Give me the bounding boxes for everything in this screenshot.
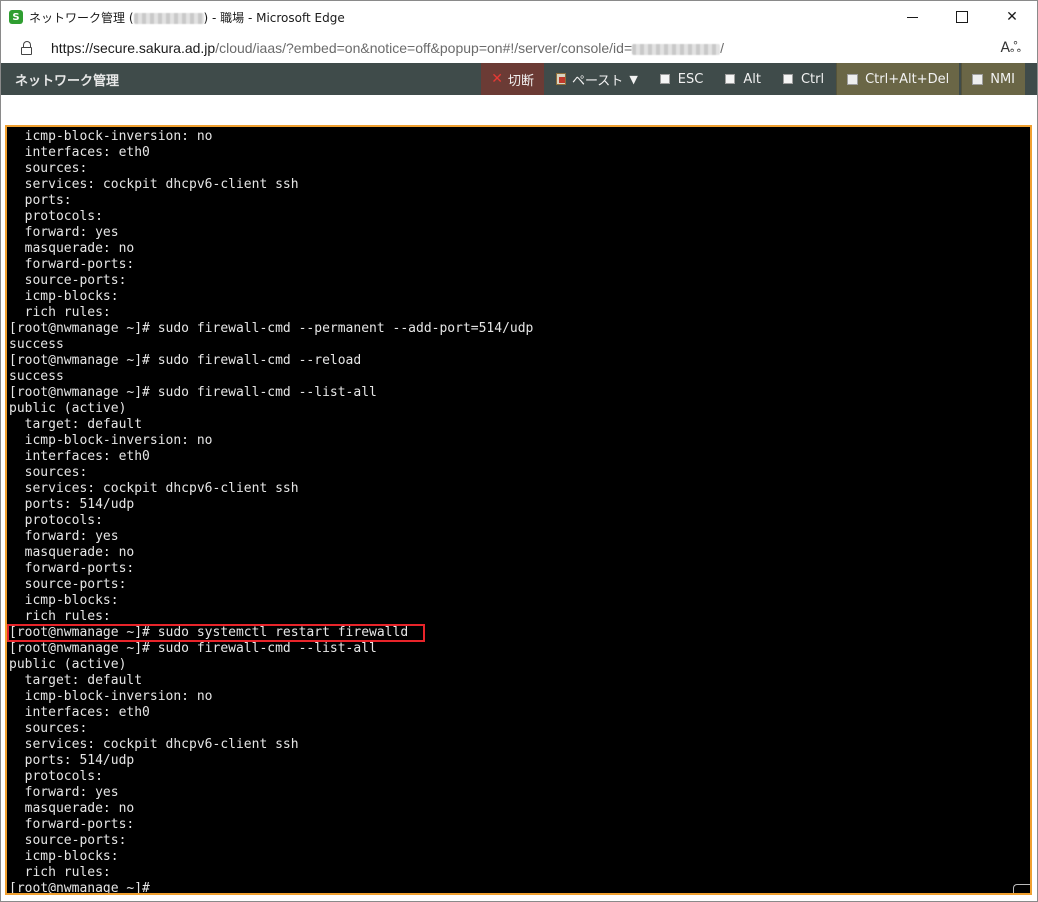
console-line: [root@nwmanage ~]# sudo firewall-cmd --p…	[9, 321, 534, 336]
sakura-app-icon: S	[9, 10, 23, 24]
disconnect-button[interactable]: ✕ 切断	[481, 63, 544, 95]
highlight-annotation	[7, 624, 425, 642]
console-line: icmp-block-inversion: no	[9, 689, 213, 704]
close-button[interactable]: ✕	[987, 1, 1037, 33]
console-line: success	[9, 337, 64, 352]
console-line: forward-ports:	[9, 817, 135, 832]
console-line: icmp-blocks:	[9, 289, 119, 304]
console-line: forward: yes	[9, 529, 119, 544]
console-line: [root@nwmanage ~]#	[9, 881, 150, 895]
ctrl-alt-del-label: Ctrl+Alt+Del	[865, 71, 950, 87]
console-line: interfaces: eth0	[9, 145, 150, 160]
console-line: target: default	[9, 417, 143, 432]
console-line: source-ports:	[9, 273, 127, 288]
ctrl-key-toggle[interactable]: Ctrl	[773, 63, 834, 95]
console-line: target: default	[9, 673, 143, 688]
address-bar: https://secure.sakura.ad.jp/cloud/iaas/?…	[1, 33, 1037, 63]
maximize-icon	[956, 11, 968, 23]
console-line: source-ports:	[9, 833, 127, 848]
console-line: sources:	[9, 721, 88, 736]
console-line: services: cockpit dhcpv6-client ssh	[9, 481, 299, 496]
console-line: forward: yes	[9, 225, 119, 240]
url-tail: /	[720, 40, 725, 56]
lock-icon[interactable]	[21, 41, 33, 55]
console-line: interfaces: eth0	[9, 705, 150, 720]
server-console[interactable]: icmp-block-inversion: no interfaces: eth…	[5, 125, 1032, 895]
minimize-icon	[906, 16, 918, 18]
ctrl-label: Ctrl	[800, 71, 825, 87]
console-line: rich rules:	[9, 865, 111, 880]
maximize-button[interactable]	[937, 1, 987, 33]
console-toolbar: ネットワーク管理 ✕ 切断 ペースト ▼ ESC Alt Ctrl Ctrl+A…	[1, 63, 1037, 95]
console-line: protocols:	[9, 513, 103, 528]
console-line: [root@nwmanage ~]# sudo firewall-cmd --l…	[9, 385, 377, 400]
window-title: ネットワーク管理 ( ) - 職場 - Microsoft Edge	[29, 9, 345, 26]
console-line: public (active)	[9, 657, 127, 672]
console-line: icmp-block-inversion: no	[9, 129, 213, 144]
keyboard-key-icon	[972, 73, 984, 85]
console-output: icmp-block-inversion: no interfaces: eth…	[9, 129, 534, 895]
ctrl-checkbox-icon	[782, 74, 793, 84]
url-host: https://secure.sakura.ad.jp	[51, 40, 216, 56]
alt-checkbox-icon	[725, 74, 736, 84]
ctrl-alt-del-button[interactable]: Ctrl+Alt+Del	[836, 63, 960, 95]
console-line: services: cockpit dhcpv6-client ssh	[9, 737, 299, 752]
nmi-button[interactable]: NMI	[961, 63, 1025, 95]
console-line: icmp-blocks:	[9, 849, 119, 864]
esc-checkbox-icon	[659, 74, 670, 84]
window-title-suffix: ) - 職場 - Microsoft Edge	[203, 10, 345, 25]
title-bar: S ネットワーク管理 ( ) - 職場 - Microsoft Edge ✕	[1, 1, 1037, 33]
chevron-down-icon: ▼	[629, 72, 638, 86]
paste-button[interactable]: ペースト ▼	[546, 63, 648, 95]
console-line: forward: yes	[9, 785, 119, 800]
console-line: source-ports:	[9, 577, 127, 592]
browser-window: S ネットワーク管理 ( ) - 職場 - Microsoft Edge ✕ ht…	[0, 0, 1038, 902]
console-line: [root@nwmanage ~]# sudo firewall-cmd --l…	[9, 641, 377, 656]
console-line: masquerade: no	[9, 545, 135, 560]
window-controls: ✕	[887, 1, 1037, 33]
console-line: ports: 514/udp	[9, 497, 135, 512]
console-line: rich rules:	[9, 305, 111, 320]
console-line: ports: 514/udp	[9, 753, 135, 768]
alt-key-toggle[interactable]: Alt	[715, 63, 771, 95]
console-line: protocols:	[9, 769, 103, 784]
console-line: services: cockpit dhcpv6-client ssh	[9, 177, 299, 192]
console-line: sources:	[9, 465, 88, 480]
console-line: [root@nwmanage ~]# sudo firewall-cmd --r…	[9, 353, 362, 368]
console-line: success	[9, 369, 64, 384]
window-title-prefix: ネットワーク管理 (	[29, 10, 134, 25]
console-line: icmp-block-inversion: no	[9, 433, 213, 448]
url-path: /cloud/iaas/?embed=on&notice=off&popup=o…	[215, 40, 633, 56]
esc-label: ESC	[677, 71, 704, 87]
console-line: icmp-blocks:	[9, 593, 119, 608]
esc-key-toggle[interactable]: ESC	[650, 63, 714, 95]
close-icon: ✕	[1006, 9, 1018, 25]
url-display[interactable]: https://secure.sakura.ad.jp/cloud/iaas/?…	[51, 40, 724, 56]
toolbar-title: ネットワーク管理	[15, 73, 120, 89]
read-aloud-icon[interactable]: Aஃ	[1000, 40, 1021, 58]
console-line: protocols:	[9, 209, 103, 224]
redacted-server-name	[133, 12, 204, 24]
console-line: rich rules:	[9, 609, 111, 624]
console-line: interfaces: eth0	[9, 449, 150, 464]
disconnect-label: 切断	[507, 73, 534, 89]
console-line: sources:	[9, 161, 88, 176]
console-line: ports:	[9, 193, 72, 208]
disconnect-x-icon: ✕	[491, 71, 503, 87]
console-line: forward-ports:	[9, 561, 135, 576]
paste-label: ペースト	[571, 73, 624, 89]
minimize-button[interactable]	[887, 1, 937, 33]
console-line: masquerade: no	[9, 801, 135, 816]
redacted-server-id	[632, 43, 721, 55]
console-line: masquerade: no	[9, 241, 135, 256]
keyboard-key-icon	[847, 73, 859, 85]
resize-handle[interactable]	[1013, 884, 1030, 893]
alt-label: Alt	[743, 71, 761, 87]
nmi-label: NMI	[990, 71, 1015, 87]
console-line: forward-ports:	[9, 257, 135, 272]
toolbar-buttons: ✕ 切断 ペースト ▼ ESC Alt Ctrl Ctrl+Alt+Del NM…	[479, 63, 1025, 95]
console-line: public (active)	[9, 401, 127, 416]
paste-icon	[555, 73, 566, 85]
